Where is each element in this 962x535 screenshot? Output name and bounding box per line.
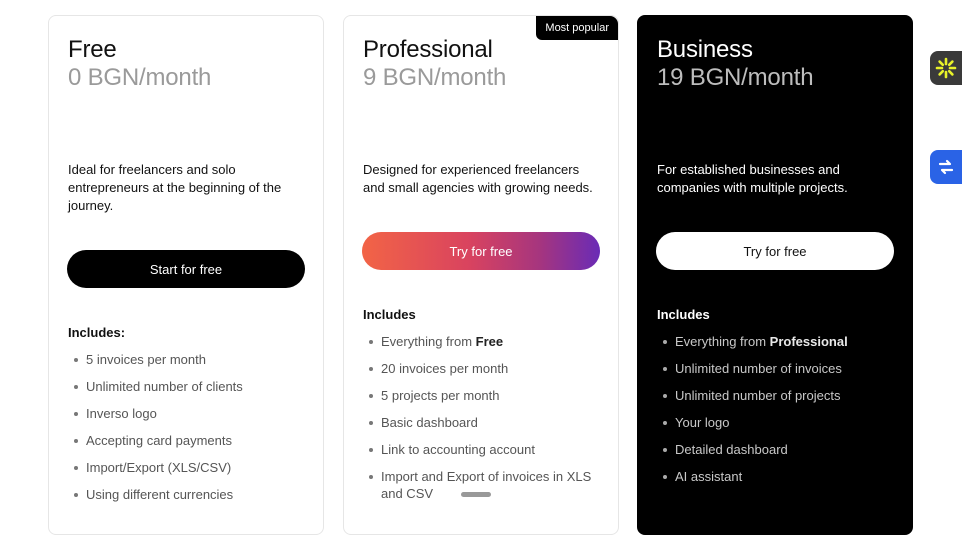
translate-widget-button[interactable] <box>930 150 962 184</box>
includes-heading: Includes <box>657 307 710 322</box>
list-item: 20 invoices per month <box>363 360 604 377</box>
plan-name: Professional <box>363 36 493 63</box>
list-item: Accepting card payments <box>68 432 309 449</box>
plan-name: Business <box>657 36 753 63</box>
plan-card-professional: Most popular Professional 9 BGN/month De… <box>343 15 619 535</box>
asterisk-sparkle-icon <box>935 57 957 79</box>
list-item: Unlimited number of clients <box>68 378 309 395</box>
list-item: AI assistant <box>657 468 898 485</box>
most-popular-badge: Most popular <box>536 16 618 40</box>
plan-card-free: Free 0 BGN/month Ideal for freelancers a… <box>48 15 324 535</box>
list-item: Unlimited number of projects <box>657 387 898 404</box>
plan-price: 9 BGN/month <box>363 64 507 91</box>
list-item: Basic dashboard <box>363 414 604 431</box>
plan-description: Ideal for freelancers and solo entrepren… <box>68 162 282 213</box>
list-item: Everything from Professional <box>657 333 898 350</box>
plan-description: Designed for experienced freelancers and… <box>363 162 593 195</box>
try-for-free-button[interactable]: Try for free <box>362 232 600 270</box>
list-item: Link to accounting account <box>363 441 604 458</box>
includes-heading: Includes <box>363 307 416 322</box>
start-for-free-button[interactable]: Start for free <box>67 250 305 288</box>
scroll-indicator[interactable] <box>461 492 491 497</box>
plan-description: For established businesses and companies… <box>657 162 848 195</box>
list-item: Using different currencies <box>68 486 309 503</box>
feature-list: Everything from Free 20 invoices per mon… <box>363 333 604 512</box>
includes-heading: Includes: <box>68 325 126 340</box>
assistant-widget-button[interactable] <box>930 51 962 85</box>
feature-prefix: Everything from <box>675 334 770 349</box>
try-for-free-button[interactable]: Try for free <box>656 232 894 270</box>
plan-name: Free <box>68 36 117 63</box>
plan-price: 0 BGN/month <box>68 64 212 91</box>
feature-strong: Professional <box>769 334 848 349</box>
list-item: 5 projects per month <box>363 387 604 404</box>
feature-prefix: Everything from <box>381 334 476 349</box>
feature-list: Everything from Professional Unlimited n… <box>657 333 898 495</box>
translate-icon <box>938 159 954 175</box>
list-item: Inverso logo <box>68 405 309 422</box>
list-item: Detailed dashboard <box>657 441 898 458</box>
list-item: Everything from Free <box>363 333 604 350</box>
feature-strong: Free <box>475 334 504 349</box>
feature-list: 5 invoices per month Unlimited number of… <box>68 351 309 513</box>
plan-price: 19 BGN/month <box>657 64 814 91</box>
plan-card-business: Business 19 BGN/month For established bu… <box>637 15 913 535</box>
list-item: Your logo <box>657 414 898 431</box>
list-item: Unlimited number of invoices <box>657 360 898 377</box>
list-item: 5 invoices per month <box>68 351 309 368</box>
list-item: Import/Export (XLS/CSV) <box>68 459 309 476</box>
